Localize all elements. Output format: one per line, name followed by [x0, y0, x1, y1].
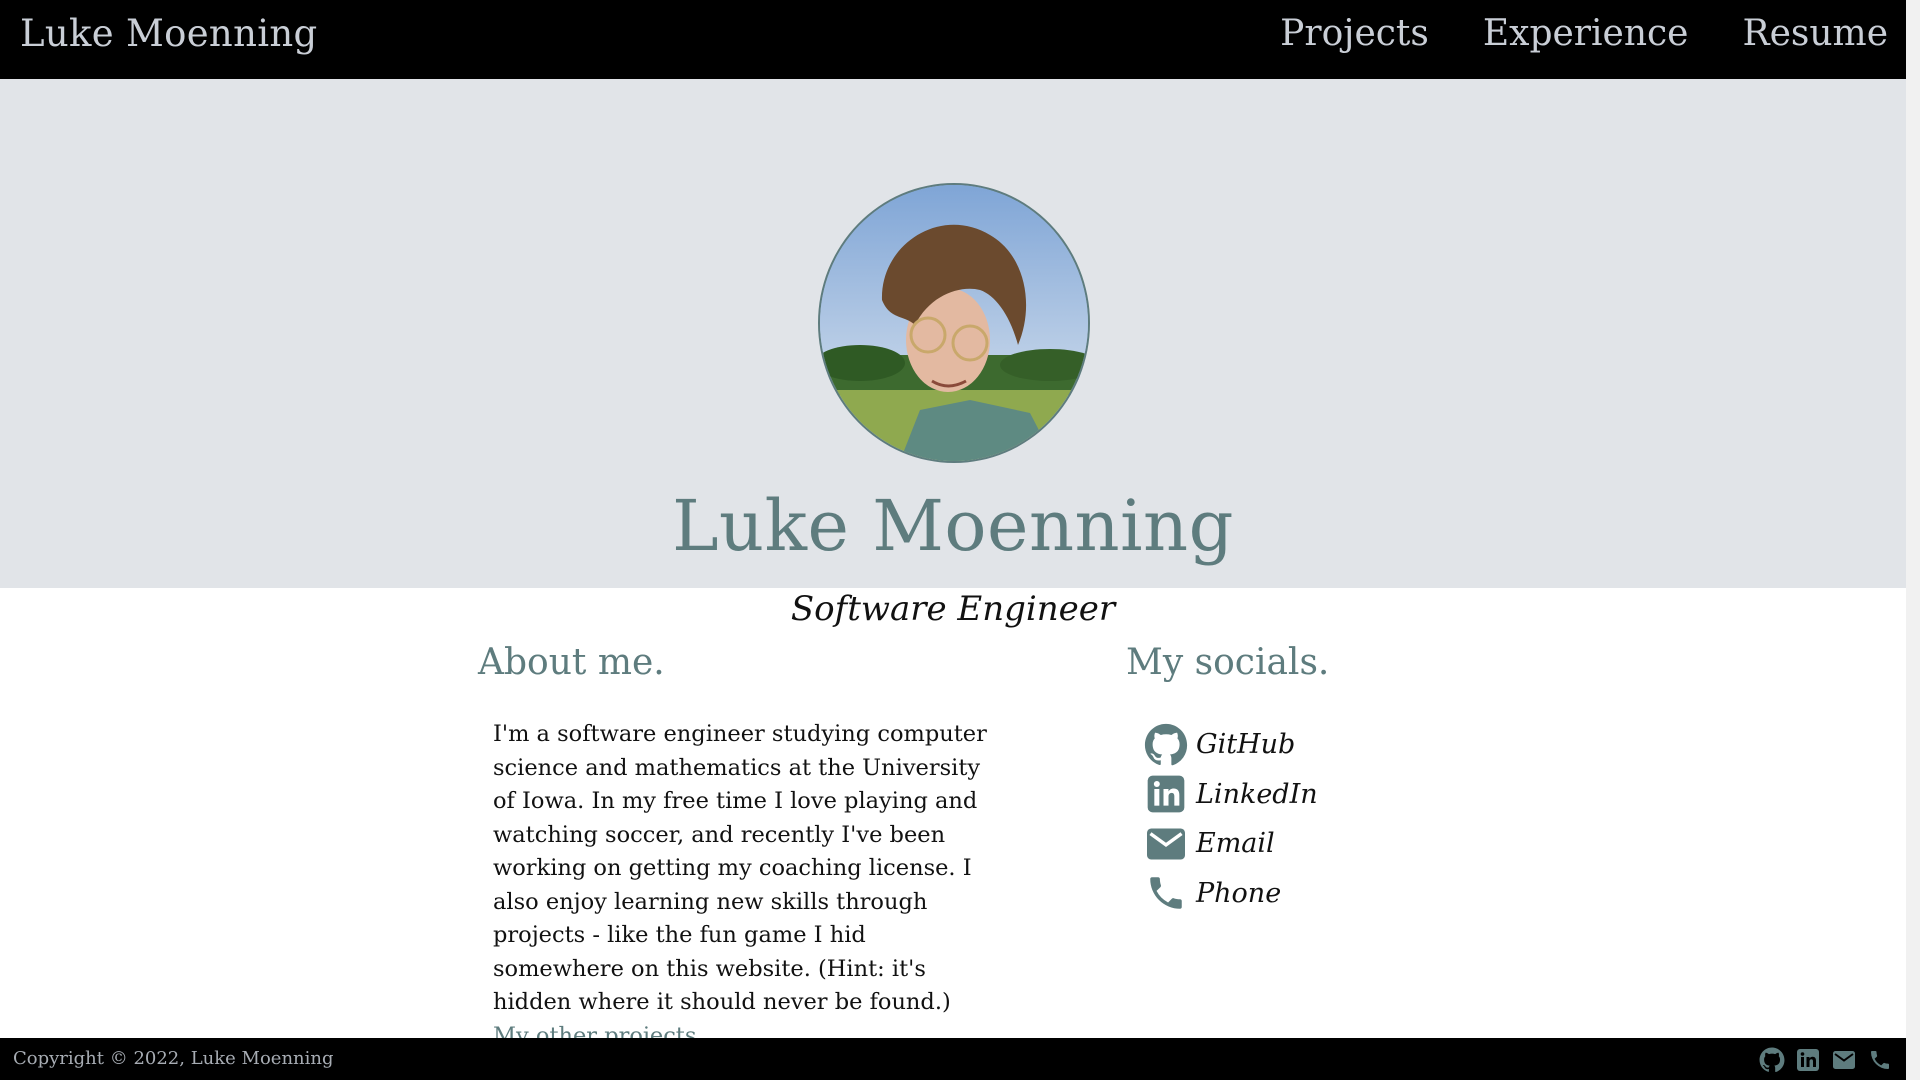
hero-section: Luke Moenning Software Engineer	[0, 79, 1906, 629]
linkedin-icon	[1144, 772, 1188, 816]
nav-experience-link[interactable]: Experience	[1483, 10, 1689, 58]
about-text: I'm a software engineer studying compute…	[493, 721, 987, 1015]
linkedin-icon[interactable]	[1794, 1046, 1822, 1074]
social-links-list: GitHub LinkedIn Email Phone	[1144, 720, 1318, 918]
phone-icon[interactable]	[1866, 1046, 1894, 1074]
github-icon[interactable]	[1758, 1046, 1786, 1074]
hero-name: Luke Moenning	[672, 485, 1234, 567]
hero-subtitle: Software Engineer	[790, 589, 1116, 629]
footer-social-icons	[1758, 1046, 1894, 1074]
social-email-link[interactable]: Email	[1144, 819, 1318, 869]
brand-link[interactable]: Luke Moenning	[20, 10, 317, 58]
page-scrollbar[interactable]	[1906, 0, 1920, 1080]
about-heading: About me.	[478, 642, 665, 683]
page: Luke Moenning Projects Experience Resume	[0, 0, 1906, 1080]
about-paragraph: I'm a software engineer studying compute…	[493, 718, 993, 1053]
top-navbar: Luke Moenning Projects Experience Resume	[0, 0, 1906, 79]
social-phone-link[interactable]: Phone	[1144, 869, 1318, 919]
footer: Copyright © 2022, Luke Moenning	[0, 1038, 1906, 1080]
copyright-text: Copyright © 2022, Luke Moenning	[13, 1048, 334, 1069]
profile-photo	[818, 183, 1090, 463]
social-github-link[interactable]: GitHub	[1144, 720, 1318, 770]
social-label: Email	[1196, 828, 1275, 860]
social-label: Phone	[1196, 877, 1282, 909]
social-linkedin-link[interactable]: LinkedIn	[1144, 770, 1318, 820]
nav-links: Projects Experience Resume	[1280, 10, 1888, 58]
nav-projects-link[interactable]: Projects	[1280, 10, 1429, 58]
socials-heading: My socials.	[1126, 642, 1330, 683]
github-icon	[1144, 723, 1188, 767]
nav-resume-link[interactable]: Resume	[1742, 10, 1888, 58]
email-icon[interactable]	[1830, 1046, 1858, 1074]
social-label: LinkedIn	[1196, 778, 1318, 810]
social-label: GitHub	[1196, 729, 1296, 761]
phone-icon	[1144, 871, 1188, 915]
email-icon	[1144, 822, 1188, 866]
